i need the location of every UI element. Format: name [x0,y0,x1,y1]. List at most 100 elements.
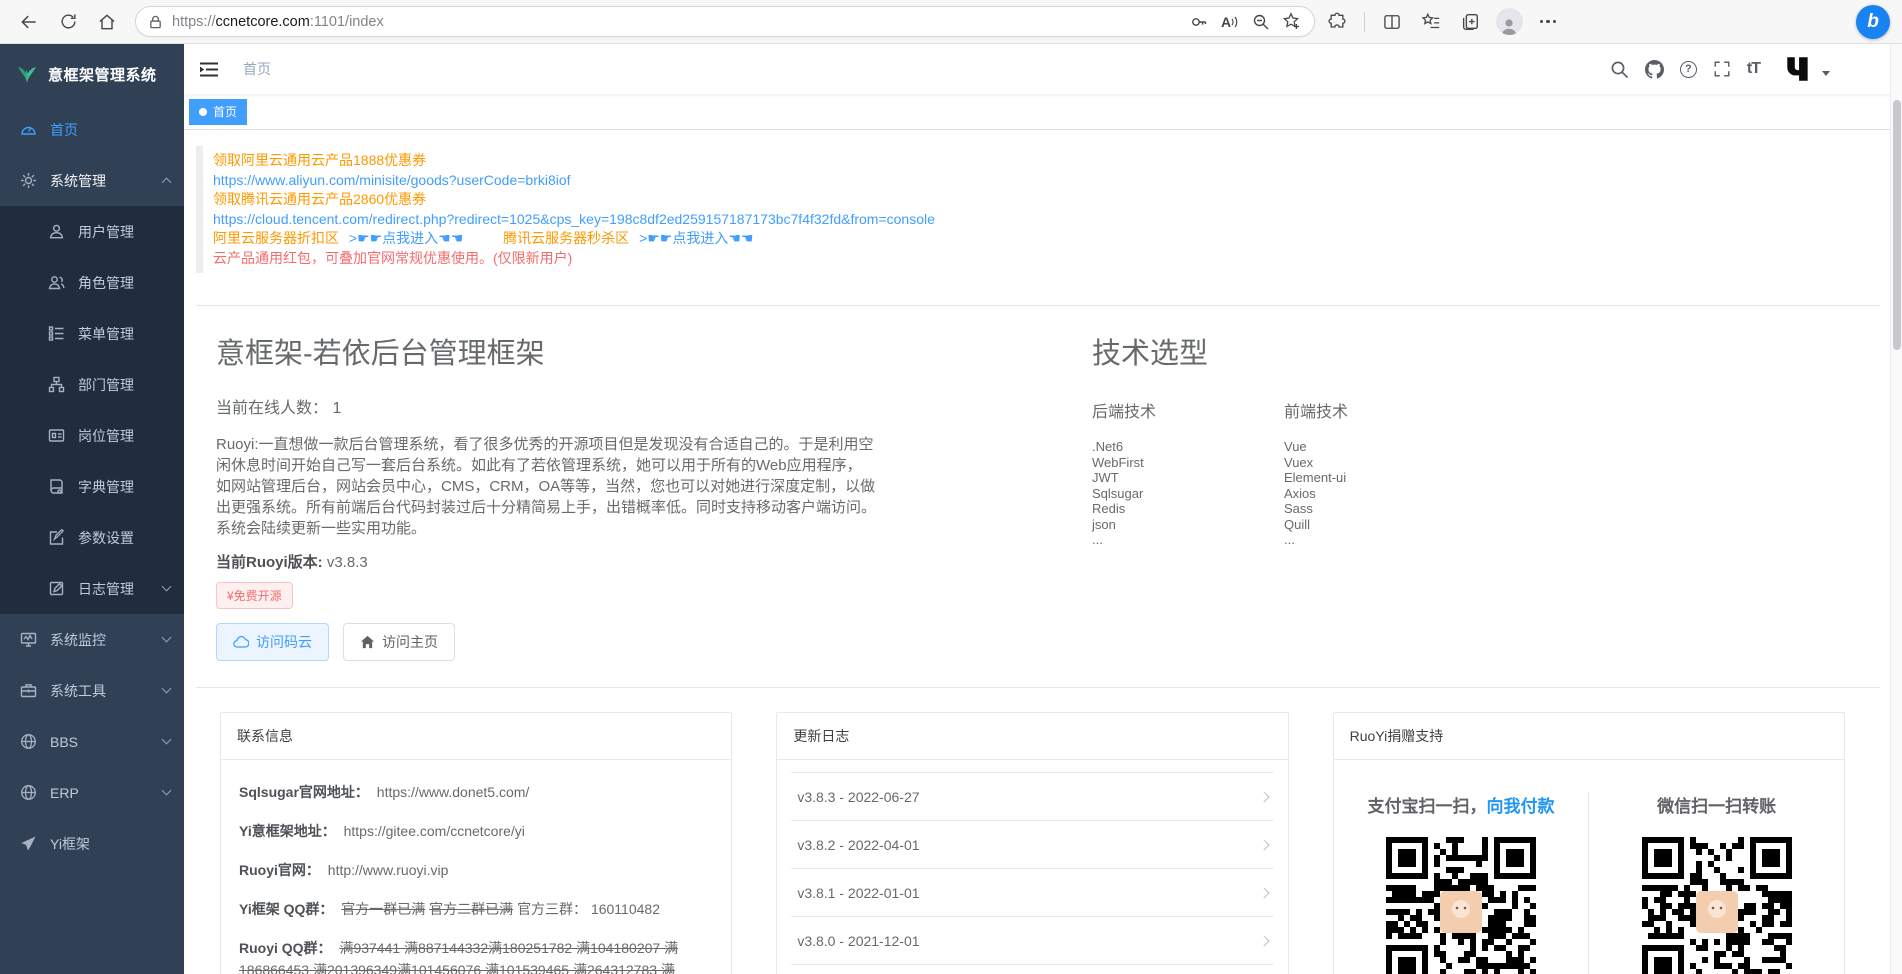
copilot-button[interactable]: b [1856,5,1890,39]
collections-button[interactable] [1453,5,1487,39]
sidebar-item-bbs[interactable]: BBS [0,716,184,767]
search-button[interactable] [1610,59,1630,79]
list-item: Vue [1284,439,1476,455]
sidebar-item-department-management[interactable]: 部门管理 [0,359,184,410]
fullscreen-icon [1713,60,1731,78]
dashboard-icon [20,121,37,138]
profile-button[interactable] [1492,5,1526,39]
log-icon [48,580,65,597]
gear-icon [20,172,37,189]
sidebar-item-system-monitor[interactable]: 系统监控 [0,614,184,665]
font-size-button[interactable]: tT [1747,60,1760,78]
sidebar-toggle-icon[interactable] [199,59,219,79]
contact-label: Yi意框架地址： [239,823,336,839]
sidebar-item-log-management[interactable]: 日志管理 [0,563,184,614]
sidebar-item-label: 部门管理 [78,375,134,395]
dictionary-icon [48,478,65,495]
split-screen-button[interactable] [1375,5,1409,39]
sidebar-item-label: BBS [50,734,78,750]
collections-icon [1460,12,1480,32]
sidebar-item-system-management[interactable]: 系统管理 [0,155,184,206]
address-bar[interactable]: https://ccnetcore.com:1101/index A [135,6,1315,37]
help-button[interactable]: ? [1680,61,1697,78]
contact-row: Sqlsugar官网地址： https://www.donet5.com/ [239,781,713,803]
sidebar-item-user-management[interactable]: 用户管理 [0,206,184,257]
version-value: v3.8.3 [327,554,368,571]
changelog-card: 更新日志 v3.8.3 - 2022-06-27 v3.8.2 - 2022-0… [776,712,1288,974]
page-content: 领取阿里云通用云产品1888优惠券 https://www.aliyun.com… [184,130,1902,974]
tencent-enter-link[interactable]: >☛☛点我进入☚☚ [639,230,753,246]
contact-card: 联系信息 Sqlsugar官网地址： https://www.donet5.co… [220,712,732,974]
add-favorite-button[interactable] [1277,7,1306,36]
scrollbar-thumb[interactable] [1893,100,1901,350]
sidebar-item-role-management[interactable]: 角色管理 [0,257,184,308]
chevron-down-icon [162,633,172,643]
paper-plane-icon [20,835,37,852]
browser-home-button[interactable] [90,5,124,39]
aliyun-link[interactable]: https://www.aliyun.com/minisite/goods?us… [213,171,1880,191]
tab-home[interactable]: 首页 [189,99,247,125]
browser-back-button[interactable] [12,5,46,39]
contact-value: https://www.donet5.com/ [377,784,530,800]
changelog-row[interactable]: v3.8.0 - 2021-12-01 [791,917,1273,965]
lock-icon [148,14,163,30]
browser-toolbar: https://ccnetcore.com:1101/index A [0,0,1902,44]
github-button[interactable] [1645,59,1665,79]
profile-avatar [1496,8,1523,35]
sidebar-item-erp[interactable]: ERP [0,767,184,818]
url-path: :1101/index [310,14,384,30]
user-menu[interactable] [1783,54,1830,84]
person-icon [1499,16,1519,35]
sidebar-item-system-tools[interactable]: 系统工具 [0,665,184,716]
extensions-button[interactable] [1320,5,1354,39]
changelog-row[interactable]: v3.8.3 - 2022-06-27 [791,773,1273,821]
contact-row-qq-ruoyi: Ruoyi QQ群： 满937441 满887144332满180251782 … [239,937,713,974]
sidebar-item-yi-framework[interactable]: Yi框架 [0,818,184,869]
sidebar-item-label: 系统管理 [50,171,106,191]
contact-label: Yi框架 QQ群： [239,901,333,917]
read-aloud-button[interactable]: A [1215,7,1244,36]
list-item: json [1092,517,1284,533]
sidebar-item-parameter-settings[interactable]: 参数设置 [0,512,184,563]
contact-label: Ruoyi官网： [239,862,320,878]
page-scrollbar[interactable] [1890,44,1902,974]
list-item: Sass [1284,501,1476,517]
alipay-qr-code [1386,837,1536,974]
cards-row: 联系信息 Sqlsugar官网地址： https://www.donet5.co… [196,688,1880,974]
visit-homepage-button[interactable]: 访问主页 [343,623,455,661]
pay-me-link[interactable]: 向我付款 [1486,797,1554,816]
changelog-row[interactable]: v3.7.0 - 2021-09-13 [791,965,1273,974]
browser-menu-button[interactable] [1531,5,1565,39]
changelog-row[interactable]: v3.8.1 - 2022-01-01 [791,869,1273,917]
list-item: Quill [1284,517,1476,533]
list-item: Vuex [1284,455,1476,471]
online-count: 当前在线人数： 1 [216,394,876,418]
zoom-out-button[interactable] [1246,7,1275,36]
sidebar-logo[interactable]: 意框架管理系统 [0,44,184,104]
contact-value: https://gitee.com/ccnetcore/yi [344,823,525,839]
sidebar-item-menu-management[interactable]: 菜单管理 [0,308,184,359]
browser-refresh-button[interactable] [51,5,85,39]
password-button[interactable] [1184,7,1213,36]
visit-gitee-button[interactable]: 访问码云 [216,623,329,661]
sidebar-item-label: 菜单管理 [78,324,134,344]
key-icon [1190,13,1208,31]
qq-group-open: 官方三群： 160110482 [517,901,660,917]
sidebar-item-post-management[interactable]: 岗位管理 [0,410,184,461]
fullscreen-button[interactable] [1712,59,1732,79]
changelog-row[interactable]: v3.8.2 - 2022-04-01 [791,821,1273,869]
url-host: ccnetcore.com [216,14,310,30]
wechat-donate-title: 微信扫一扫转账 [1589,792,1844,817]
sidebar-item-home[interactable]: 首页 [0,104,184,155]
github-icon [1645,60,1664,79]
tab-label: 首页 [213,103,237,120]
contact-card-body: Sqlsugar官网地址： https://www.donet5.com/ Yi… [221,760,731,974]
sidebar-item-label: 岗位管理 [78,426,134,446]
aliyun-enter-link[interactable]: >☛☛点我进入☚☚ [349,230,463,246]
changelog-card-title: 更新日志 [777,713,1287,760]
tencent-link[interactable]: https://cloud.tencent.com/redirect.php?r… [213,210,1880,230]
sidebar-item-dict-management[interactable]: 字典管理 [0,461,184,512]
backend-tech-list: .Net6 WebFirst JWT Sqlsugar Redis json .… [1092,439,1284,548]
favorites-button[interactable] [1414,5,1448,39]
visit-homepage-label: 访问主页 [382,632,438,652]
